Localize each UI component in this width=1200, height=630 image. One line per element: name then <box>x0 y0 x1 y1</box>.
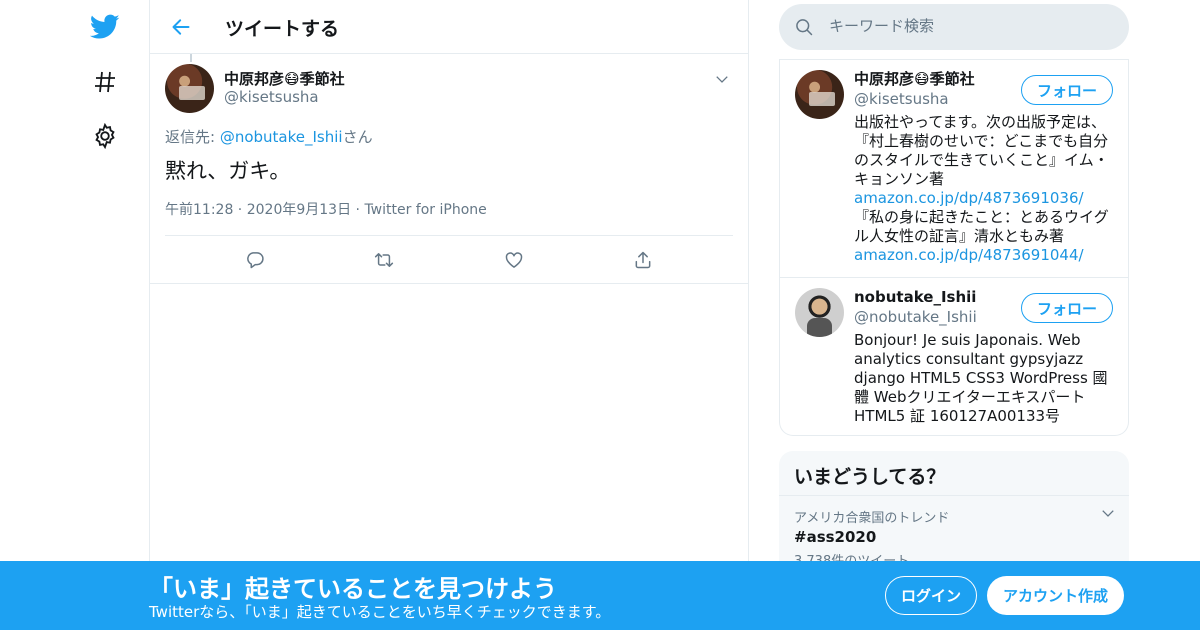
tweet-text: 黙れ、ガキ。 <box>165 159 291 183</box>
user-bio: Bonjour! Je suis Japonais. Web analytics… <box>854 331 1108 425</box>
trend-context: アメリカ合衆国のトレンド <box>794 511 950 526</box>
tweet-actions <box>150 236 748 284</box>
tweet-date[interactable]: 2020年9月13日 <box>247 202 351 218</box>
like-icon <box>505 251 523 268</box>
user-bio: 出版社やってます。次の出版予定は、『村上春樹のせいで：どこまでも自分のスタイルで… <box>854 113 1113 265</box>
reply-prefix: 返信先: <box>165 128 220 146</box>
reply-icon <box>246 251 264 268</box>
tweet-meta: 午前11:28 · 2020年9月13日 · Twitter for iPhon… <box>165 199 733 236</box>
search-icon <box>796 19 813 36</box>
login-button[interactable]: ログイン <box>885 576 977 615</box>
share-icon <box>635 251 651 268</box>
search-box[interactable] <box>779 4 1129 50</box>
tweet-menu-button[interactable] <box>711 68 733 90</box>
nav-home-twitter[interactable] <box>86 8 124 46</box>
banner-title: 「いま」起きていることを見つけよう <box>149 575 557 603</box>
reply-button[interactable] <box>237 242 273 278</box>
tweet-source[interactable]: Twitter for iPhone <box>364 202 486 218</box>
bio-link[interactable]: amazon.co.jp/dp/4873691036/ <box>854 189 1084 207</box>
nav-settings[interactable] <box>86 117 124 155</box>
trends-title: いまどうしてる？ <box>779 451 1129 496</box>
retweet-icon <box>375 252 394 267</box>
twitter-bird-icon <box>90 14 120 39</box>
chevron-down-icon <box>716 76 728 83</box>
tweet-author-name[interactable]: 中原邦彦😷季節社 <box>224 68 345 89</box>
page: ツイートする 中原邦彦😷季節社 @kisetsusha 返信先: @nobuta… <box>0 0 1200 630</box>
related-users-card: 中原邦彦😷季節社 @kisetsusha フォロー 出版社やってます。次の出版予… <box>779 59 1129 436</box>
follow-button[interactable]: フォロー <box>1020 293 1113 323</box>
trend-name: #ass2020 <box>794 528 877 546</box>
retweet-button[interactable] <box>366 242 402 278</box>
page-title: ツイートする <box>225 18 340 40</box>
bio-text: 出版社やってます。次の出版予定は、『村上春樹のせいで：どこまでも自分のスタイルで… <box>854 113 1109 188</box>
reply-to: 返信先: @nobutake_Ishiiさん <box>165 126 733 147</box>
bio-link[interactable]: amazon.co.jp/dp/4873691044/ <box>854 246 1084 264</box>
bio-text: 『私の身に起きたこと：とあるウイグル人女性の証言』清水ともみ著 <box>854 208 1109 245</box>
hashtag-icon <box>95 71 115 93</box>
tweet-header: 中原邦彦😷季節社 @kisetsusha <box>165 64 733 124</box>
avatar[interactable] <box>165 64 214 113</box>
tweet-author-handle[interactable]: @kisetsusha <box>224 88 319 106</box>
avatar[interactable] <box>795 70 844 119</box>
reply-mention-link[interactable]: @nobutake_Ishii <box>220 128 343 146</box>
follow-button[interactable]: フォロー <box>1020 75 1113 105</box>
chevron-down-icon[interactable] <box>1101 506 1115 520</box>
user-card[interactable]: 中原邦彦😷季節社 @kisetsusha フォロー 出版社やってます。次の出版予… <box>780 59 1128 277</box>
signup-button[interactable]: アカウント作成 <box>987 576 1124 615</box>
main-header: ツイートする <box>150 0 748 54</box>
like-button[interactable] <box>496 242 532 278</box>
signup-banner: 「いま」起きていることを見つけよう Twitterなら、「いま」起きていることを… <box>0 561 1200 630</box>
back-button[interactable] <box>166 12 196 42</box>
tweet: 中原邦彦😷季節社 @kisetsusha 返信先: @nobutake_Ishi… <box>150 54 748 284</box>
back-arrow-icon <box>172 19 190 35</box>
banner-subtitle: Twitterなら、「いま」起きていることをいち早くチェックできます。 <box>149 603 611 621</box>
avatar[interactable] <box>795 288 844 337</box>
tweet-time[interactable]: 午前11:28 <box>165 202 233 218</box>
main-column: ツイートする 中原邦彦😷季節社 @kisetsusha 返信先: @nobuta… <box>149 0 749 630</box>
user-card[interactable]: nobutake_Ishii @nobutake_Ishii フォロー Bonj… <box>780 277 1128 436</box>
share-button[interactable] <box>625 242 661 278</box>
search-input[interactable] <box>829 17 1109 35</box>
reply-suffix: さん <box>342 128 373 146</box>
gear-icon <box>95 123 115 149</box>
nav-explore[interactable] <box>86 63 124 101</box>
